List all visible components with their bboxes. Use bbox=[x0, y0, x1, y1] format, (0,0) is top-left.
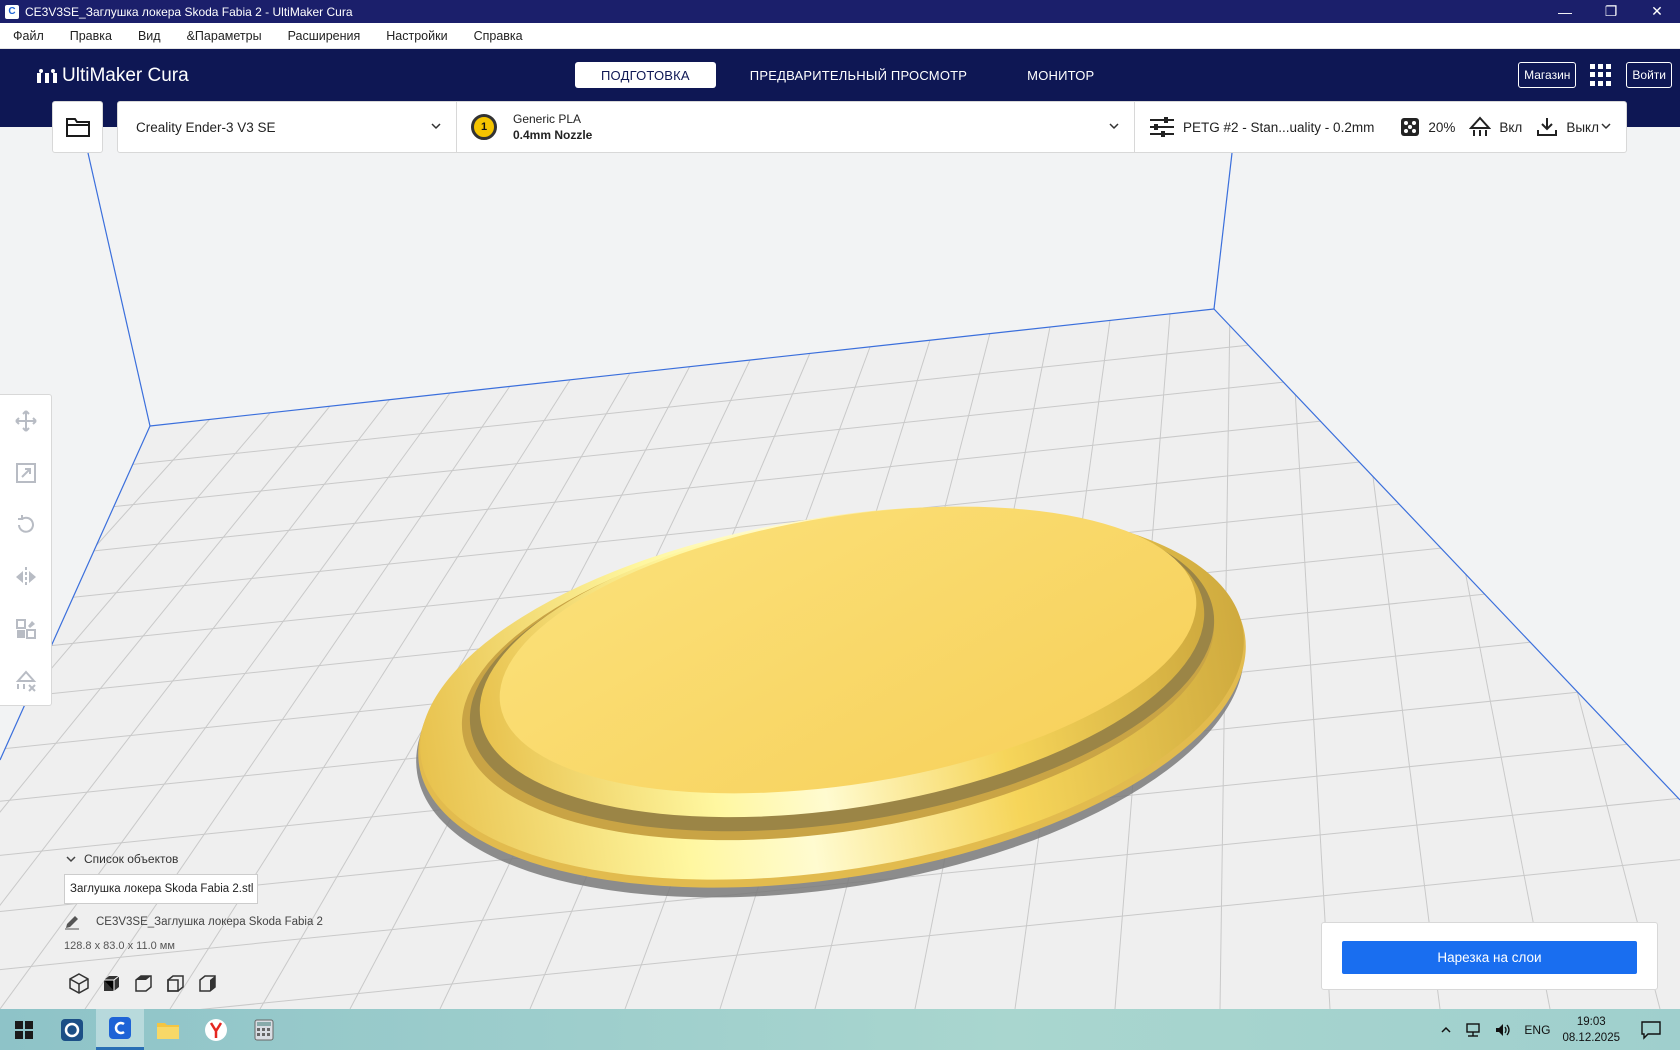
cura-taskbar-icon bbox=[109, 1017, 131, 1039]
taskbar-clock[interactable]: 19:03 08.12.2025 bbox=[1562, 1014, 1620, 1046]
system-tray: ENG 19:03 08.12.2025 bbox=[1434, 1009, 1680, 1050]
ultimaker-logo-icon bbox=[37, 69, 57, 83]
menu-settings[interactable]: &Параметры bbox=[174, 29, 275, 43]
tab-monitor[interactable]: МОНИТОР bbox=[1001, 62, 1120, 88]
per-model-settings-tool[interactable] bbox=[0, 603, 51, 655]
header-actions: Магазин Войти bbox=[1518, 62, 1672, 88]
yandex-browser-icon bbox=[205, 1018, 227, 1041]
machine-config-bar: Creality Ender-3 V3 SE 1 Generic PLA 0.4… bbox=[117, 101, 1627, 153]
object-list-item[interactable]: Заглушка локера Skoda Fabia 2.stl bbox=[64, 874, 258, 904]
menu-preferences[interactable]: Настройки bbox=[373, 29, 460, 43]
adhesion-value: Выкл bbox=[1566, 119, 1599, 135]
menu-extensions[interactable]: Расширения bbox=[275, 29, 374, 43]
chevron-down-icon bbox=[431, 123, 441, 130]
menu-view[interactable]: Вид bbox=[125, 29, 174, 43]
move-icon bbox=[14, 410, 37, 432]
apps-grid-icon[interactable] bbox=[1590, 64, 1612, 86]
taskbar-creality-print[interactable] bbox=[48, 1009, 96, 1050]
mirror-icon bbox=[15, 567, 36, 587]
network-icon[interactable] bbox=[1464, 1022, 1482, 1038]
view-front-icon[interactable] bbox=[100, 972, 122, 994]
marketplace-button[interactable]: Магазин bbox=[1518, 62, 1577, 88]
nozzle-size: 0.4mm Nozzle bbox=[513, 128, 593, 142]
view-left-icon[interactable] bbox=[164, 972, 186, 994]
printer-name: Creality Ender-3 V3 SE bbox=[136, 119, 276, 135]
view-top-icon[interactable] bbox=[132, 972, 154, 994]
per-model-settings-icon bbox=[15, 619, 36, 639]
view-3d-icon[interactable] bbox=[68, 972, 90, 994]
window-titlebar: C CE3V3SE_Заглушка локера Skoda Fabia 2 … bbox=[0, 0, 1680, 23]
folder-icon bbox=[65, 118, 90, 137]
rotate-tool[interactable] bbox=[0, 499, 51, 551]
cura-app-icon: C bbox=[5, 4, 19, 19]
clock-date: 08.12.2025 bbox=[1562, 1031, 1620, 1044]
notifications-icon[interactable] bbox=[1640, 1020, 1662, 1040]
menu-edit[interactable]: Правка bbox=[57, 29, 125, 43]
taskbar-cura[interactable] bbox=[96, 1009, 144, 1050]
infill-value: 20% bbox=[1428, 119, 1456, 135]
close-button[interactable]: ✕ bbox=[1634, 0, 1680, 23]
support-blocker-tool[interactable] bbox=[0, 655, 51, 707]
taskbar-calculator[interactable] bbox=[240, 1009, 288, 1050]
support-value: Вкл bbox=[1499, 119, 1523, 135]
taskbar-yandex-browser[interactable] bbox=[192, 1009, 240, 1050]
window-title: CE3V3SE_Заглушка локера Skoda Fabia 2 - … bbox=[25, 4, 353, 19]
chevron-down-icon bbox=[1109, 123, 1119, 130]
file-explorer-icon bbox=[157, 1022, 179, 1039]
adhesion-icon bbox=[1537, 118, 1558, 136]
project-name-row[interactable]: CE3V3SE_Заглушка локера Skoda Fabia 2 bbox=[64, 914, 323, 930]
mirror-tool[interactable] bbox=[0, 551, 51, 603]
profile-name: PETG #2 - Stan...uality - 0.2mm bbox=[1183, 119, 1375, 135]
move-tool[interactable] bbox=[0, 395, 51, 447]
windows-logo-icon bbox=[15, 1020, 33, 1039]
support-icon bbox=[1469, 116, 1492, 136]
object-list-toggle[interactable]: Список объектов bbox=[64, 852, 323, 866]
view-right-icon[interactable] bbox=[196, 972, 218, 994]
project-name: CE3V3SE_Заглушка локера Skoda Fabia 2 bbox=[96, 916, 323, 928]
chevron-down-icon bbox=[1601, 123, 1611, 130]
restore-button[interactable]: ❐ bbox=[1588, 0, 1634, 23]
calculator-icon bbox=[254, 1019, 274, 1040]
chevron-down-icon bbox=[66, 856, 76, 863]
tab-prepare[interactable]: ПОДГОТОВКА bbox=[575, 62, 716, 88]
scale-icon bbox=[15, 463, 36, 483]
taskbar-file-explorer[interactable] bbox=[144, 1009, 192, 1050]
settings-sliders-icon bbox=[1150, 117, 1174, 137]
material-name: Generic PLA bbox=[513, 112, 582, 126]
language-indicator[interactable]: ENG bbox=[1524, 1023, 1550, 1037]
object-list: Список объектов Заглушка локера Skoda Fa… bbox=[64, 852, 323, 952]
support-blocker-icon bbox=[15, 670, 36, 692]
menu-bar: Файл Правка Вид &Параметры Расширения На… bbox=[0, 23, 1680, 49]
camera-view-buttons bbox=[68, 972, 228, 994]
extruder-badge: 1 bbox=[471, 114, 497, 140]
chevron-up-icon[interactable] bbox=[1440, 1025, 1452, 1035]
signin-button[interactable]: Войти bbox=[1626, 62, 1672, 88]
tool-panel bbox=[0, 394, 52, 706]
volume-icon[interactable] bbox=[1494, 1022, 1512, 1038]
start-button[interactable] bbox=[0, 1009, 48, 1050]
slice-panel: Нарезка на слои bbox=[1321, 922, 1658, 990]
ultimaker-logo: UltiMaker Cura bbox=[36, 65, 189, 87]
creality-app-icon bbox=[61, 1018, 83, 1041]
stage-tabs: ПОДГОТОВКА ПРЕДВАРИТЕЛЬНЫЙ ПРОСМОТР МОНИ… bbox=[575, 62, 1128, 88]
slice-button[interactable]: Нарезка на слои bbox=[1342, 941, 1637, 974]
model-dimensions: 128.8 x 83.0 x 11.0 мм bbox=[64, 940, 175, 952]
scale-tool[interactable] bbox=[0, 447, 51, 499]
object-list-header: Список объектов bbox=[84, 852, 179, 866]
material-selector[interactable]: 1 Generic PLA 0.4mm Nozzle bbox=[457, 102, 1135, 152]
logo-text: UltiMaker Cura bbox=[62, 65, 189, 86]
minimize-button[interactable]: — bbox=[1542, 0, 1588, 23]
open-file-button[interactable] bbox=[52, 101, 103, 153]
windows-taskbar: ENG 19:03 08.12.2025 bbox=[0, 1009, 1680, 1050]
menu-help[interactable]: Справка bbox=[461, 29, 536, 43]
infill-icon bbox=[1401, 118, 1420, 136]
menu-file[interactable]: Файл bbox=[0, 29, 57, 43]
tab-preview[interactable]: ПРЕДВАРИТЕЛЬНЫЙ ПРОСМОТР bbox=[724, 62, 993, 88]
print-settings-selector[interactable]: PETG #2 - Stan...uality - 0.2mm 20% Вкл … bbox=[1135, 102, 1626, 152]
pencil-icon bbox=[65, 916, 79, 930]
clock-time: 19:03 bbox=[1576, 1015, 1606, 1028]
printer-selector[interactable]: Creality Ender-3 V3 SE bbox=[118, 102, 457, 152]
rotate-icon bbox=[17, 515, 34, 533]
